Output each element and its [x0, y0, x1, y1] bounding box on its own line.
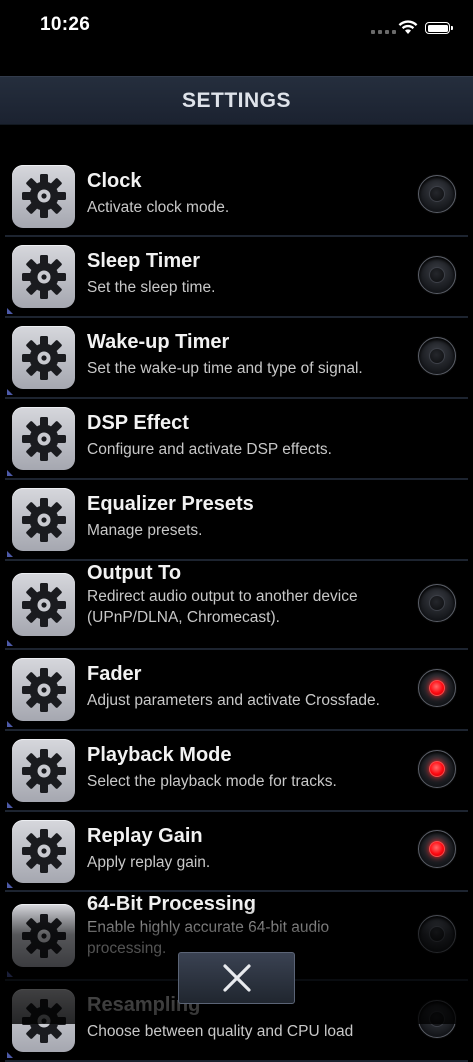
settings-row-subtitle: Set the sleep time.	[87, 279, 216, 296]
close-icon	[222, 964, 251, 992]
toggle-led	[429, 347, 445, 364]
settings-row-title: DSP Effect	[87, 412, 189, 434]
corner-marker-icon	[7, 551, 13, 557]
settings-row-title: Fader	[87, 663, 142, 685]
gear-icon	[12, 904, 75, 967]
corner-marker-icon	[7, 640, 13, 646]
toggle-switch[interactable]	[418, 749, 456, 788]
settings-row-title: Wake-up Timer	[87, 331, 230, 353]
settings-row-subtitle: Apply replay gain.	[87, 854, 211, 871]
settings-row-subtitle: Activate clock mode.	[87, 199, 230, 216]
gear-icon	[12, 819, 75, 883]
settings-row-subtitle: Adjust parameters and activate Crossfade…	[87, 692, 380, 709]
status-bar: 10:26	[0, 0, 473, 50]
gear-icon	[12, 573, 75, 636]
gear-icon	[12, 326, 75, 389]
settings-row-title: Replay Gain	[87, 825, 203, 847]
toggle-switch[interactable]	[418, 255, 456, 294]
gear-icon	[12, 488, 75, 551]
toggle-switch[interactable]	[418, 175, 456, 213]
gear-icon	[12, 407, 75, 470]
gear-icon	[12, 245, 75, 308]
settings-row-subtitle: Set the wake-up time and type of signal.	[87, 360, 363, 377]
settings-row[interactable]: Sleep Timer Set the sleep time.	[5, 237, 468, 318]
toggle-led	[429, 1010, 445, 1027]
toggle-led	[429, 594, 445, 611]
settings-row[interactable]: Fader Adjust parameters and activate Cros…	[5, 650, 468, 731]
battery-icon	[425, 22, 453, 34]
corner-marker-icon	[7, 882, 13, 888]
gear-icon	[12, 658, 75, 721]
toggle-switch[interactable]	[418, 668, 456, 707]
settings-row[interactable]: DSP Effect Configure and activate DSP eff…	[5, 399, 468, 480]
page-title: SETTINGS	[181, 88, 291, 112]
settings-row-subtitle: Manage presets.	[87, 522, 203, 539]
settings-row[interactable]: Playback Mode Select the playback mode fo…	[5, 731, 468, 812]
settings-row-subtitle: Choose between quality and CPU load	[87, 1023, 354, 1040]
gear-icon	[12, 989, 75, 1052]
corner-marker-icon	[7, 470, 13, 476]
settings-row-title: 64-Bit Processing	[87, 893, 256, 915]
toggle-led	[429, 760, 445, 777]
cellular-signal-icon	[371, 30, 396, 34]
corner-marker-icon	[7, 308, 13, 314]
corner-marker-icon	[7, 389, 13, 395]
wifi-icon	[398, 20, 418, 34]
gear-icon	[12, 164, 75, 228]
settings-row-title: Equalizer Presets	[87, 493, 254, 515]
toggle-led	[429, 925, 445, 942]
toggle-led	[429, 841, 445, 857]
toggle-led	[429, 679, 445, 696]
close-button[interactable]	[178, 952, 295, 1004]
toggle-switch[interactable]	[418, 830, 456, 868]
notch	[118, 0, 356, 34]
corner-marker-icon	[7, 721, 13, 727]
settings-row-title: Playback Mode	[87, 744, 232, 766]
settings-row[interactable]: Wake-up Timer Set the wake-up time and ty…	[5, 318, 468, 399]
status-time: 10:26	[40, 14, 91, 35]
toggle-led	[429, 186, 445, 202]
settings-row[interactable]: Output To Redirect audio output to anothe…	[5, 561, 468, 650]
settings-row-subtitle: Select the playback mode for tracks.	[87, 773, 337, 790]
toggle-led	[429, 266, 445, 283]
settings-row-subtitle: Configure and activate DSP effects.	[87, 441, 332, 458]
settings-header: SETTINGS	[0, 76, 473, 125]
settings-row[interactable]: Equalizer Presets Manage presets.	[5, 480, 468, 561]
settings-row[interactable]: Clock Activate clock mode.	[5, 157, 468, 237]
settings-row[interactable]: Replay Gain Apply replay gain.	[5, 812, 468, 892]
toggle-switch[interactable]	[418, 583, 456, 622]
corner-marker-icon	[7, 1052, 13, 1058]
corner-marker-icon	[7, 802, 13, 808]
settings-row-subtitle: Redirect audio output to another device …	[87, 588, 358, 626]
corner-marker-icon	[7, 971, 13, 977]
toggle-switch[interactable]	[418, 914, 456, 953]
settings-row-title: Output To	[87, 562, 182, 584]
settings-row-title: Clock	[87, 170, 142, 192]
settings-list: Clock Activate clock mode. Sleep Timer Set …	[0, 157, 473, 1062]
settings-row-title: Sleep Timer	[87, 250, 201, 272]
toggle-switch[interactable]	[418, 336, 456, 375]
gear-icon	[12, 739, 75, 802]
toggle-switch[interactable]	[418, 999, 456, 1038]
